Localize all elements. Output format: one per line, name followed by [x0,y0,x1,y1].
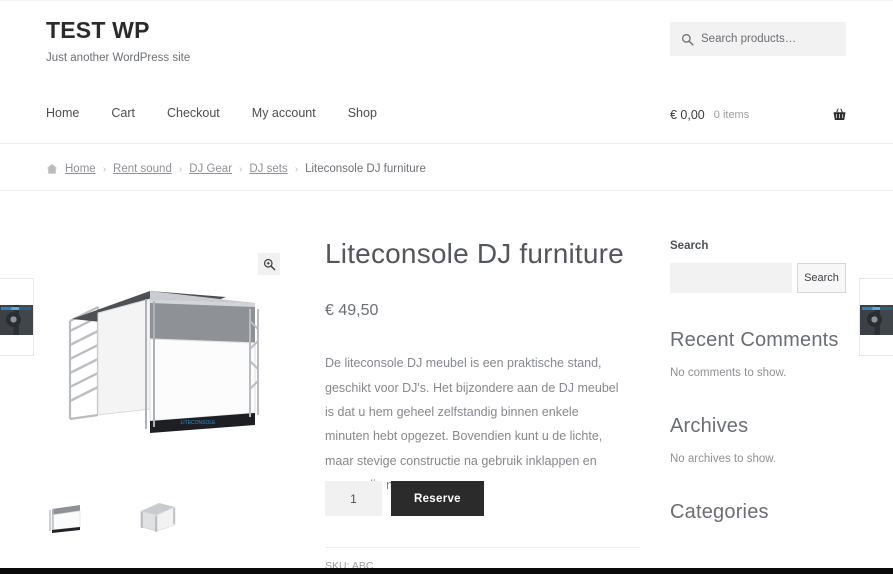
product-title: Liteconsole DJ furniture [325,238,624,269]
gallery-thumbnail-2[interactable] [135,497,179,535]
breadcrumb-item-home[interactable]: Home [65,163,96,175]
thumbnail-image-front [49,505,81,533]
product-gallery[interactable]: LITECONSOLE [22,245,284,460]
product-thumbnail-image [860,305,893,335]
nav-item-home[interactable]: Home [46,106,79,120]
top-divider [0,0,893,1]
magnifier-plus-icon [263,258,275,270]
search-input[interactable] [701,33,835,45]
gallery-thumbnails[interactable] [44,497,179,535]
breadcrumb-separator: › [239,163,243,175]
product-image-liteconsole[interactable]: LITECONSOLE [50,269,265,441]
sidebar-search-button[interactable]: Search [797,263,846,293]
header-product-search[interactable] [670,22,846,56]
svg-text:LITECONSOLE: LITECONSOLE [180,420,216,426]
product-summary: Liteconsole DJ furniture € 49,50 De lite… [325,238,645,497]
search-widget-title: Search [670,240,709,252]
header-divider [0,143,893,144]
product-page: TEST WP Just another WordPress site Home… [0,0,893,574]
breadcrumb-divider [0,190,893,191]
breadcrumb-item-dj-sets[interactable]: DJ sets [249,163,287,175]
archives-empty: No archives to show. [670,453,777,465]
adjacent-product-card-right[interactable] [859,278,893,356]
breadcrumb-separator: › [102,163,107,175]
product-short-description: De liteconsole DJ meubel is een praktisc… [325,356,619,493]
gallery-thumbnail-1[interactable] [44,497,88,535]
widget-title-recent-comments: Recent Comments [670,329,839,351]
widget-archives: Archives No archives to show. [670,415,847,465]
quantity-input[interactable] [325,481,382,516]
shopping-basket-icon[interactable] [832,107,847,122]
image-zoom-button[interactable] [258,253,280,275]
widget-recent-comments: Recent Comments No comments to show. [670,329,847,379]
cart-total-amount: € 0,00 [670,107,705,122]
add-to-cart-form[interactable]: Reserve [325,481,484,516]
site-tagline: Just another WordPress site [46,52,191,65]
widget-title-categories: Categories [670,501,769,523]
thumbnail-image-angled [140,503,176,532]
breadcrumb-item-rent-sound[interactable]: Rent sound [113,163,172,175]
cart-summary[interactable]: € 0,00 0 items [670,107,847,122]
nav-item-checkout[interactable]: Checkout [167,106,220,120]
breadcrumb-item-current: Liteconsole DJ furniture [305,163,426,175]
product-main-image[interactable]: LITECONSOLE [22,245,284,460]
recent-comments-empty: No comments to show. [670,367,787,379]
reserve-button[interactable]: Reserve [391,481,484,516]
breadcrumb[interactable]: Home › Rent sound › DJ Gear › DJ sets › … [46,163,426,175]
breadcrumb-separator: › [178,163,183,175]
widget-search[interactable]: Search Search [670,240,847,293]
widget-categories: Categories [670,501,847,524]
product-price: € 49,50 [325,302,379,320]
nav-item-my-account[interactable]: My account [252,106,316,120]
page-bottom-edge [0,568,893,574]
primary-navigation[interactable]: Home Cart Checkout My account Shop [46,106,377,120]
widget-title-archives: Archives [670,415,749,437]
site-branding[interactable]: TEST WP Just another WordPress site [46,17,191,65]
site-title[interactable]: TEST WP [46,17,190,43]
breadcrumb-separator: › [294,163,299,175]
cart-item-count: 0 items [713,108,750,121]
search-icon [681,33,694,46]
nav-item-shop[interactable]: Shop [348,106,377,120]
product-meta-divider [325,547,640,548]
sidebar-search-input[interactable] [670,263,792,293]
nav-item-cart[interactable]: Cart [111,106,135,120]
breadcrumb-item-dj-gear[interactable]: DJ Gear [189,163,232,175]
home-icon[interactable] [46,163,58,175]
sidebar: Search Search Recent Comments No comment… [670,240,847,524]
